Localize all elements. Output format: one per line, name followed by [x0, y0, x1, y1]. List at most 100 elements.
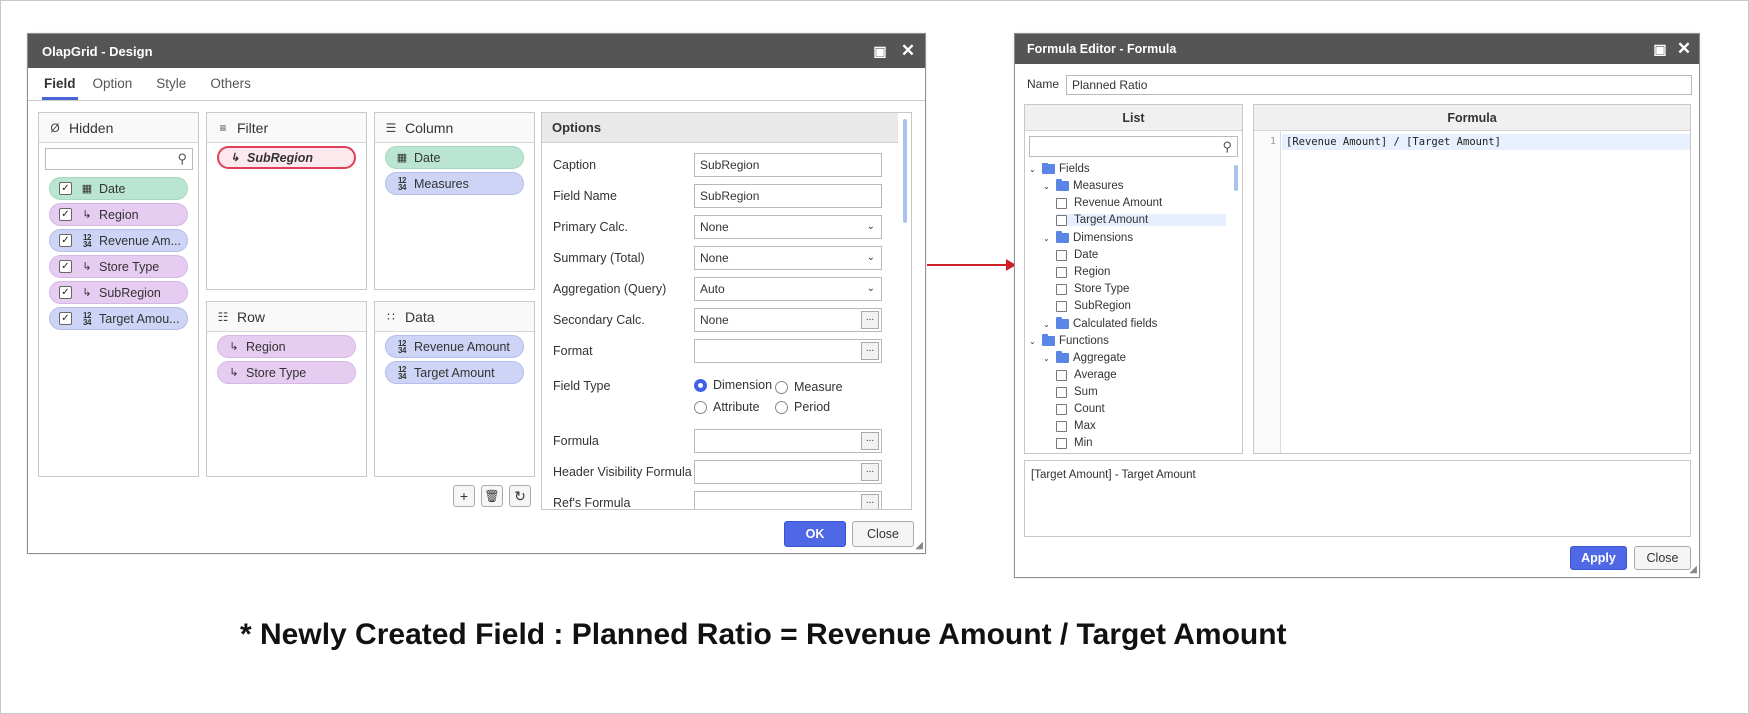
tree-node-aggregate[interactable]: ⌄ Aggregate [1043, 351, 1126, 364]
header-visibility-input[interactable]: ... [694, 460, 882, 484]
radio-attribute[interactable]: Attribute [694, 400, 760, 414]
list-scrollbar[interactable] [1234, 165, 1238, 191]
chevron-down-icon[interactable]: ⌄ [1029, 165, 1039, 174]
checkbox[interactable]: ✓ [59, 260, 72, 273]
maximize-icon[interactable]: ▣ [1651, 40, 1669, 58]
hidden-item-revenue-amount[interactable]: ✓ 12 34 Revenue Am... [49, 229, 188, 252]
primary-calc-select[interactable]: None ⌄ [694, 215, 882, 239]
radio-selected[interactable] [694, 378, 707, 392]
tab-others[interactable]: Others [201, 68, 260, 100]
format-input[interactable]: ... [694, 339, 882, 363]
delete-button[interactable]: 🗑 [481, 485, 503, 507]
tree-node-calculated-fields[interactable]: ⌄ Calculated fields [1043, 317, 1157, 330]
radio-unselected[interactable] [694, 400, 707, 414]
resize-grip-icon[interactable]: ◢ [1689, 564, 1697, 575]
tree-item-region[interactable]: Region [1056, 266, 1110, 278]
ellipsis-button[interactable]: ... [861, 463, 879, 481]
checkbox[interactable]: ✓ [59, 286, 72, 299]
checkbox[interactable] [1056, 403, 1067, 415]
chevron-down-icon[interactable]: ⌄ [1043, 234, 1053, 243]
checkbox[interactable]: ✓ [59, 208, 72, 221]
checkbox[interactable] [1056, 283, 1067, 295]
chevron-down-icon[interactable]: ⌄ [1043, 182, 1053, 191]
row-item-store-type[interactable]: ↳ Store Type [217, 361, 356, 384]
radio-dimension[interactable]: Dimension [694, 378, 772, 392]
field-name-input[interactable]: SubRegion [694, 184, 882, 208]
ellipsis-button[interactable]: ... [861, 311, 879, 329]
hidden-item-target-amount[interactable]: ✓ 12 34 Target Amou... [49, 307, 188, 330]
caption-input[interactable]: SubRegion [694, 153, 882, 177]
close-button[interactable]: Close [852, 521, 914, 547]
tree-item-subregion[interactable]: SubRegion [1056, 300, 1131, 312]
hidden-item-region[interactable]: ✓ ↳ Region [49, 203, 188, 226]
options-scrollbar[interactable] [903, 119, 907, 223]
chevron-down-icon[interactable]: ⌄ [1043, 354, 1053, 363]
ok-button[interactable]: OK [784, 521, 846, 547]
refs-formula-input[interactable]: ... [694, 491, 882, 509]
tab-option[interactable]: Option [84, 68, 142, 100]
tree-item-revenue-amount[interactable]: Revenue Amount [1056, 197, 1162, 209]
checkbox[interactable] [1056, 249, 1067, 261]
tree-node-measures[interactable]: ⌄ Measures [1043, 179, 1124, 192]
radio-unselected[interactable] [775, 400, 788, 414]
tree-node-functions[interactable]: ⌄ Functions [1029, 334, 1109, 347]
tab-field[interactable]: Field [42, 68, 78, 100]
apply-button[interactable]: Apply [1570, 546, 1627, 570]
column-item-measures[interactable]: 12 34 Measures [385, 172, 524, 195]
checkbox[interactable] [1056, 300, 1067, 312]
chevron-down-icon[interactable]: ⌄ [1043, 320, 1053, 329]
tree-item-sum[interactable]: Sum [1056, 386, 1098, 398]
checkbox[interactable]: ✓ [59, 312, 72, 325]
tree-item-max[interactable]: Max [1056, 420, 1096, 432]
checkbox[interactable] [1056, 369, 1067, 381]
hidden-item-subregion[interactable]: ✓ ↳ SubRegion [49, 281, 188, 304]
checkbox[interactable] [1056, 197, 1067, 209]
row-item-region[interactable]: ↳ Region [217, 335, 356, 358]
close-icon[interactable]: ✕ [899, 42, 917, 60]
aggregation-select[interactable]: Auto ⌄ [694, 277, 882, 301]
formula-input[interactable]: ... [694, 429, 882, 453]
name-input[interactable]: Planned Ratio [1066, 75, 1692, 95]
hidden-item-label: Target Amou... [99, 311, 180, 326]
tree-item-store-type[interactable]: Store Type [1056, 283, 1129, 295]
tab-style[interactable]: Style [147, 68, 195, 100]
secondary-calc-input[interactable]: None... [694, 308, 882, 332]
tree-node-dimensions[interactable]: ⌄ Dimensions [1043, 231, 1133, 244]
tree-item-target-amount[interactable]: Target Amount [1056, 214, 1226, 226]
list-search-input[interactable]: ⚲ [1029, 136, 1238, 157]
checkbox[interactable] [1056, 437, 1067, 449]
formula-editor[interactable]: [Revenue Amount] / [Target Amount] [1286, 136, 1501, 148]
hidden-item-date[interactable]: ✓ ▦ Date [49, 177, 188, 200]
add-button[interactable]: + [453, 485, 475, 507]
resize-grip-icon[interactable]: ◢ [915, 540, 923, 551]
ellipsis-button[interactable]: ... [861, 342, 879, 360]
chevron-down-icon[interactable]: ⌄ [1029, 337, 1039, 346]
hidden-item-store-type[interactable]: ✓ ↳ Store Type [49, 255, 188, 278]
checkbox[interactable]: ✓ [59, 234, 72, 247]
data-item-revenue-amount[interactable]: 12 34 Revenue Amount [385, 335, 524, 358]
tree-item-min[interactable]: Min [1056, 437, 1093, 449]
refresh-button[interactable]: ↻ [509, 485, 531, 507]
summary-select[interactable]: None ⌄ [694, 246, 882, 270]
checkbox[interactable] [1056, 386, 1067, 398]
column-item-date[interactable]: ▦ Date [385, 146, 524, 169]
data-item-target-amount[interactable]: 12 34 Target Amount [385, 361, 524, 384]
ellipsis-button[interactable]: ... [861, 432, 879, 450]
checkbox[interactable] [1056, 266, 1067, 278]
ellipsis-button[interactable]: ... [861, 494, 879, 509]
checkbox[interactable] [1056, 214, 1067, 226]
formula-close-button[interactable]: Close [1634, 546, 1691, 570]
radio-period[interactable]: Period [775, 400, 830, 414]
tree-item-date[interactable]: Date [1056, 249, 1098, 261]
tree-item-average[interactable]: Average [1056, 369, 1117, 381]
checkbox[interactable]: ✓ [59, 182, 72, 195]
hidden-search-input[interactable]: ⚲ [45, 148, 193, 170]
checkbox[interactable] [1056, 420, 1067, 432]
maximize-icon[interactable]: ▣ [871, 42, 889, 60]
close-icon[interactable]: ✕ [1675, 40, 1693, 58]
filter-item-subregion[interactable]: ↳ SubRegion [217, 146, 356, 169]
radio-measure[interactable]: Measure [775, 380, 843, 394]
radio-unselected[interactable] [775, 380, 788, 394]
tree-item-count[interactable]: Count [1056, 403, 1105, 415]
tree-node-fields[interactable]: ⌄ Fields [1029, 163, 1090, 175]
